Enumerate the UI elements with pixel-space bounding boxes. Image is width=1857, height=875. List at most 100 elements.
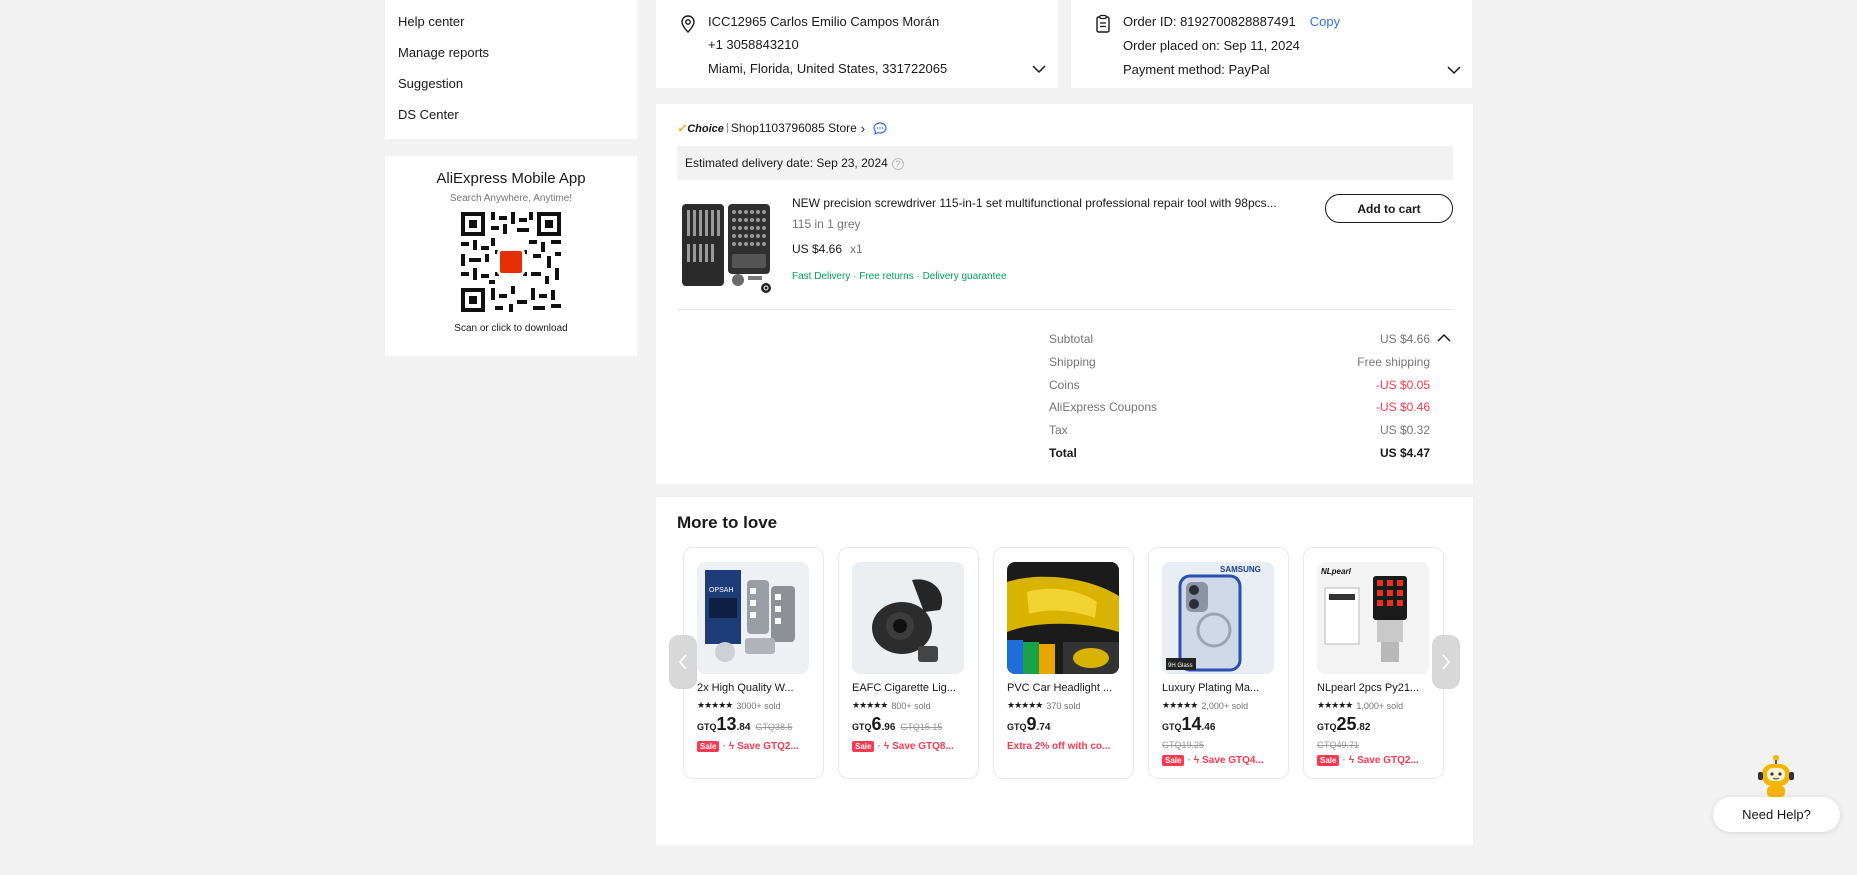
delivery-estimate: Estimated delivery date: Sep 23, 2024 — [685, 156, 888, 170]
help-circle-icon[interactable]: ? — [891, 157, 904, 170]
summary-row-tax: Tax US $0.32 — [1049, 423, 1430, 441]
summary-value: US $0.32 — [1379, 423, 1430, 437]
product-price: US $4.66 — [792, 242, 843, 256]
original-price: GTQ15.15 — [900, 722, 943, 732]
order-id: Order ID: 8192700828887491 — [1123, 14, 1296, 29]
sold-count: 370 sold — [1046, 700, 1081, 711]
ds-center-link[interactable]: DS Center — [385, 107, 637, 138]
order-items-card: ✓Choice Shop1103796085 Store › Estimated… — [656, 104, 1473, 484]
promo-text: Save GTQ2... — [737, 741, 799, 752]
recommended-product-card[interactable]: SAMSUNG 9H Glass Luxury Plating Ma... ★★… — [1148, 547, 1289, 779]
flame-icon: ϟ — [1348, 755, 1355, 766]
dot-separator: · — [722, 741, 726, 752]
product-price: GTQ14.46 — [1162, 714, 1215, 735]
product-price: GTQ6.96 GTQ15.15 — [852, 714, 942, 735]
sold-count: 3000+ sold — [736, 700, 781, 711]
glass-label: 9H Glass — [1168, 663, 1193, 669]
summary-label: Subtotal — [1049, 332, 1094, 346]
payment-method: Payment method: PayPal — [1123, 62, 1270, 77]
chat-icon[interactable] — [873, 121, 887, 135]
promo-text: Extra 2% off with co... — [1007, 741, 1111, 752]
add-to-cart-button[interactable]: Add to cart — [1325, 194, 1453, 223]
summary-value: -US $0.46 — [1375, 400, 1430, 414]
store-name[interactable]: Shop1103796085 Store — [731, 121, 857, 135]
help-links-card: Help center Manage reports Suggestion DS… — [385, 0, 637, 139]
product-price: GTQ9.74 — [1007, 714, 1050, 735]
brand-label: SAMSUNG — [1220, 565, 1261, 574]
summary-value: US $4.47 — [1379, 446, 1430, 460]
star-rating-icon: ★★★★★ — [697, 700, 733, 710]
original-price: GTQ19.25 — [1162, 740, 1205, 750]
recommended-product-card[interactable]: EAFC Cigarette Lig... ★★★★★ 800+ sold GTQ… — [838, 547, 979, 779]
promo-row: Extra 2% off with co... — [1007, 741, 1125, 752]
product-title[interactable]: NEW precision screwdriver 115-in-1 set m… — [792, 196, 1302, 210]
recipient-location: Miami, Florida, United States, 331722065 — [708, 61, 948, 76]
chevron-up-icon[interactable] — [1437, 333, 1451, 343]
summary-value: -US $0.05 — [1375, 378, 1430, 392]
summary-label: Tax — [1049, 423, 1068, 437]
sale-badge: Sale — [1317, 755, 1340, 766]
recommended-product-card[interactable]: OPSAH 2x High Quality W... ★★★★★ 3000+ so… — [683, 547, 824, 779]
chevron-down-icon[interactable] — [1447, 65, 1461, 75]
rating-row: ★★★★★ 370 sold — [1007, 700, 1080, 711]
suggestion-link[interactable]: Suggestion — [385, 76, 637, 107]
promo-text: Save GTQ2... — [1357, 755, 1419, 766]
choice-badge: ✓Choice — [677, 122, 724, 135]
rating-row: ★★★★★ 2,000+ sold — [1162, 700, 1248, 711]
carousel-next-button[interactable] — [1432, 635, 1460, 689]
product-image[interactable] — [678, 200, 774, 294]
price-currency: GTQ — [1317, 722, 1337, 732]
flame-icon: ϟ — [728, 741, 735, 752]
divider — [726, 123, 728, 133]
sale-badge: Sale — [697, 741, 720, 752]
need-help-button[interactable]: Need Help? — [1713, 797, 1840, 832]
carousel-prev-button[interactable] — [669, 635, 697, 689]
check-icon: ✓ — [677, 122, 687, 135]
product-price: GTQ13.84 GTQ38.5 — [697, 714, 792, 735]
service-tags: Fast Delivery · Free returns · Delivery … — [792, 271, 1007, 282]
mobile-app-card[interactable]: AliExpress Mobile App Search Anywhere, A… — [385, 156, 637, 356]
rating-row: ★★★★★ 1,000+ sold — [1317, 700, 1403, 711]
summary-label: Shipping — [1049, 355, 1096, 369]
star-rating-icon: ★★★★★ — [852, 700, 888, 710]
sale-badge: Sale — [1162, 755, 1185, 766]
qr-code[interactable] — [459, 210, 563, 314]
chevron-down-icon[interactable] — [1032, 64, 1046, 74]
help-robot-icon[interactable] — [1757, 754, 1795, 798]
dot-separator: · — [1187, 755, 1191, 766]
summary-label: AliExpress Coupons — [1049, 400, 1158, 414]
copy-order-id-button[interactable]: Copy — [1310, 14, 1340, 29]
location-pin-icon — [681, 15, 695, 33]
rating-row: ★★★★★ 3000+ sold — [697, 700, 781, 711]
store-row[interactable]: ✓Choice Shop1103796085 Store › — [677, 118, 887, 138]
product-title: NLpearl 2pcs Py21... — [1317, 682, 1420, 694]
price-integer: 9 — [1026, 714, 1037, 734]
chevron-right-icon[interactable]: › — [861, 121, 865, 136]
order-placed-date: Order placed on: Sep 11, 2024 — [1123, 38, 1300, 53]
price-decimal: .82 — [1356, 722, 1371, 733]
product-image: NLpearl — [1317, 562, 1429, 674]
chevron-left-icon — [678, 654, 687, 670]
product-image — [1007, 562, 1119, 674]
promo-row: Sale · ϟ Save GTQ2... — [697, 741, 815, 752]
manage-reports-link[interactable]: Manage reports — [385, 45, 637, 76]
order-id-row: Order ID: 8192700828887491 Copy — [1123, 14, 1340, 29]
product-title: PVC Car Headlight ... — [1007, 682, 1113, 694]
recommended-product-card[interactable]: NLpearl NLpearl 2pcs Py21... ★★★★★ 1,000+… — [1303, 547, 1444, 779]
more-to-love-section: More to love OPSAH 2x High Quality W... … — [656, 497, 1473, 845]
sold-count: 1,000+ sold — [1356, 700, 1404, 711]
promo-text: Save GTQ8... — [892, 741, 954, 752]
flame-icon: ϟ — [883, 741, 890, 752]
promo-text: Save GTQ4... — [1202, 755, 1264, 766]
star-rating-icon: ★★★★★ — [1162, 700, 1198, 710]
promo-row: Sale · ϟ Save GTQ4... — [1162, 755, 1280, 766]
original-price: GTQ49.71 — [1317, 740, 1360, 750]
price-integer: 25 — [1336, 714, 1357, 734]
price-decimal: .46 — [1201, 722, 1216, 733]
app-download-label[interactable]: Scan or click to download — [385, 323, 637, 334]
shipping-address-card: ICC12965 Carlos Emilio Campos Morán +1 3… — [656, 0, 1058, 88]
sold-count: 2,000+ sold — [1201, 700, 1249, 711]
recommended-product-card[interactable]: PVC Car Headlight ... ★★★★★ 370 sold GTQ9… — [993, 547, 1134, 779]
app-subtitle: Search Anywhere, Anytime! — [449, 193, 573, 204]
help-center-link[interactable]: Help center — [385, 14, 637, 45]
